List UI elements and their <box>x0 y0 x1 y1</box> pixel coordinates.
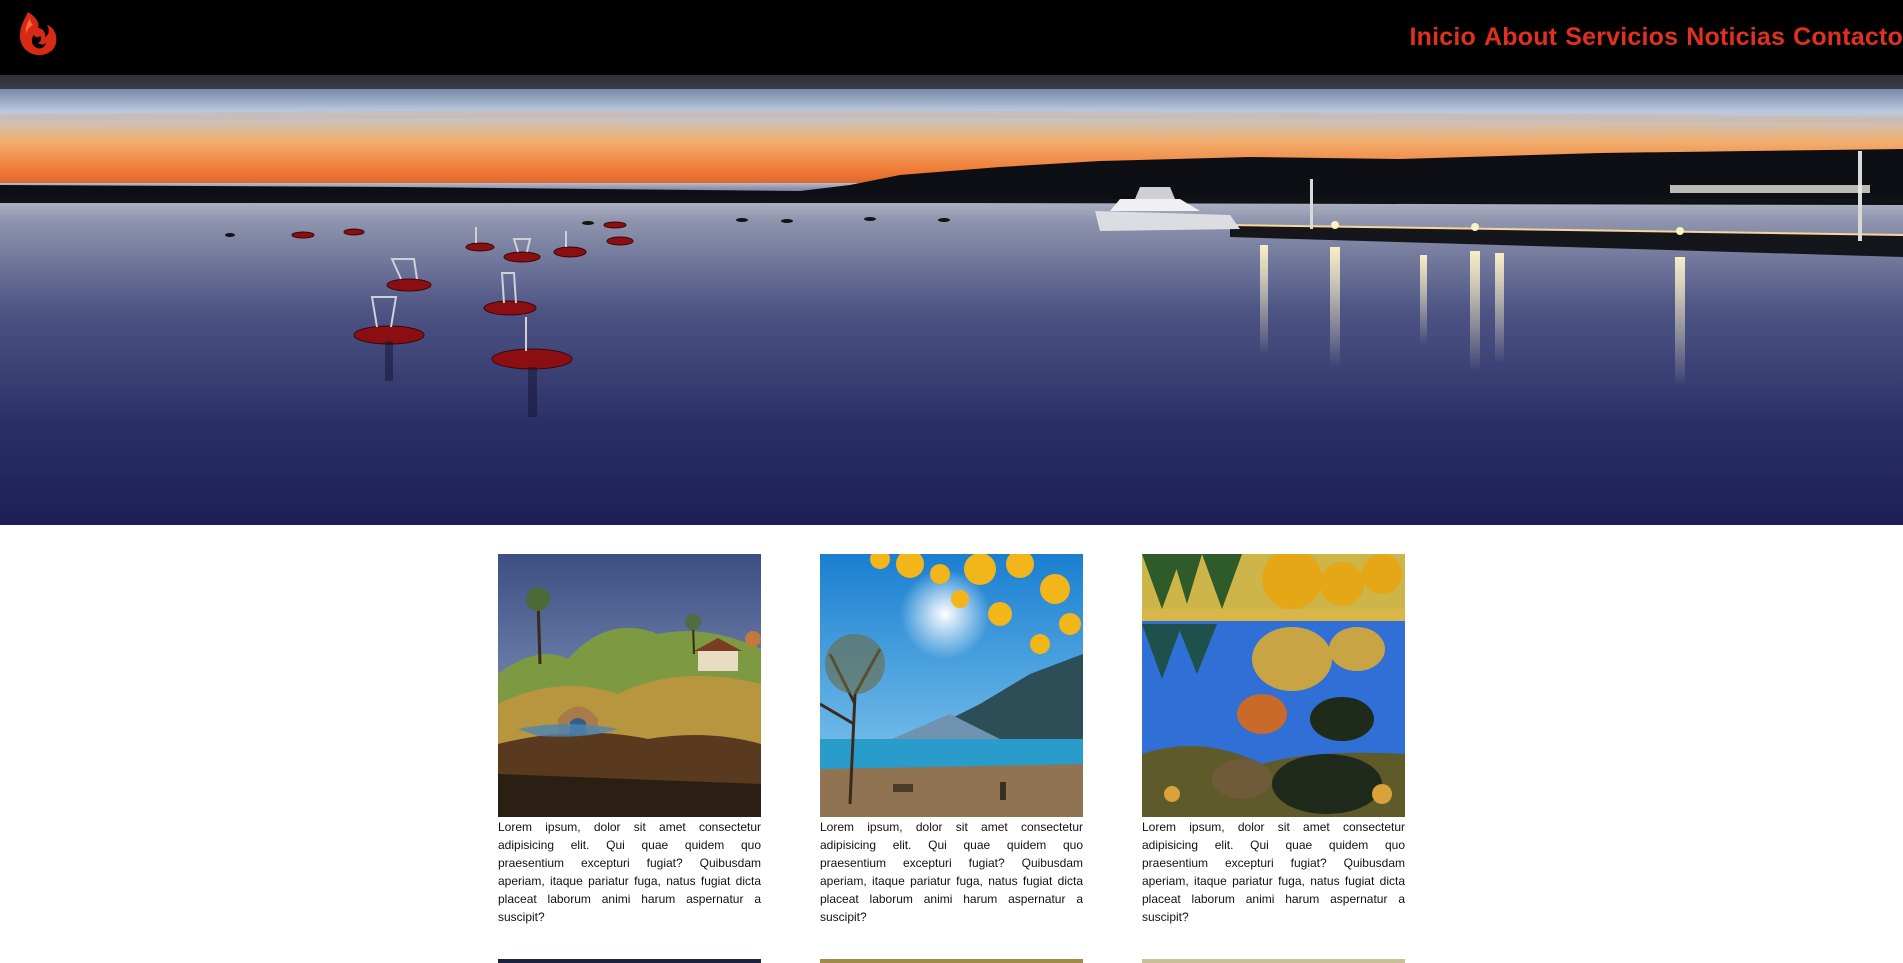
nav-inicio[interactable]: Inicio <box>1410 23 1476 52</box>
nav-contacto[interactable]: Contacto <box>1793 23 1903 52</box>
card-text: Lorem ipsum, dolor sit amet consectetur … <box>1142 820 1405 924</box>
card: Lorem ipsum, dolor sit amet consectetur … <box>498 554 761 926</box>
card-image[interactable] <box>498 554 761 817</box>
main-nav: Inicio About Servicios Noticias Contacto <box>1402 0 1903 75</box>
hero-banner <box>0 75 1903 525</box>
nav-about[interactable]: About <box>1484 23 1557 52</box>
flame-logo-icon[interactable] <box>14 8 60 60</box>
card-image-next[interactable] <box>498 959 761 963</box>
card-text: Lorem ipsum, dolor sit amet consectetur … <box>820 820 1083 924</box>
card-image[interactable] <box>820 554 1083 817</box>
card: Lorem ipsum, dolor sit amet consectetur … <box>820 554 1083 926</box>
card-image-next[interactable] <box>820 959 1083 963</box>
harbor-sunset-image <box>0 75 1903 525</box>
nav-noticias[interactable]: Noticias <box>1686 23 1785 52</box>
card-text: Lorem ipsum, dolor sit amet consectetur … <box>498 820 761 924</box>
nav-servicios[interactable]: Servicios <box>1565 23 1678 52</box>
card: Lorem ipsum, dolor sit amet consectetur … <box>1142 554 1405 926</box>
card-image[interactable] <box>1142 554 1405 817</box>
card-image-next[interactable] <box>1142 959 1405 963</box>
top-navbar: Inicio About Servicios Noticias Contacto <box>0 0 1903 75</box>
